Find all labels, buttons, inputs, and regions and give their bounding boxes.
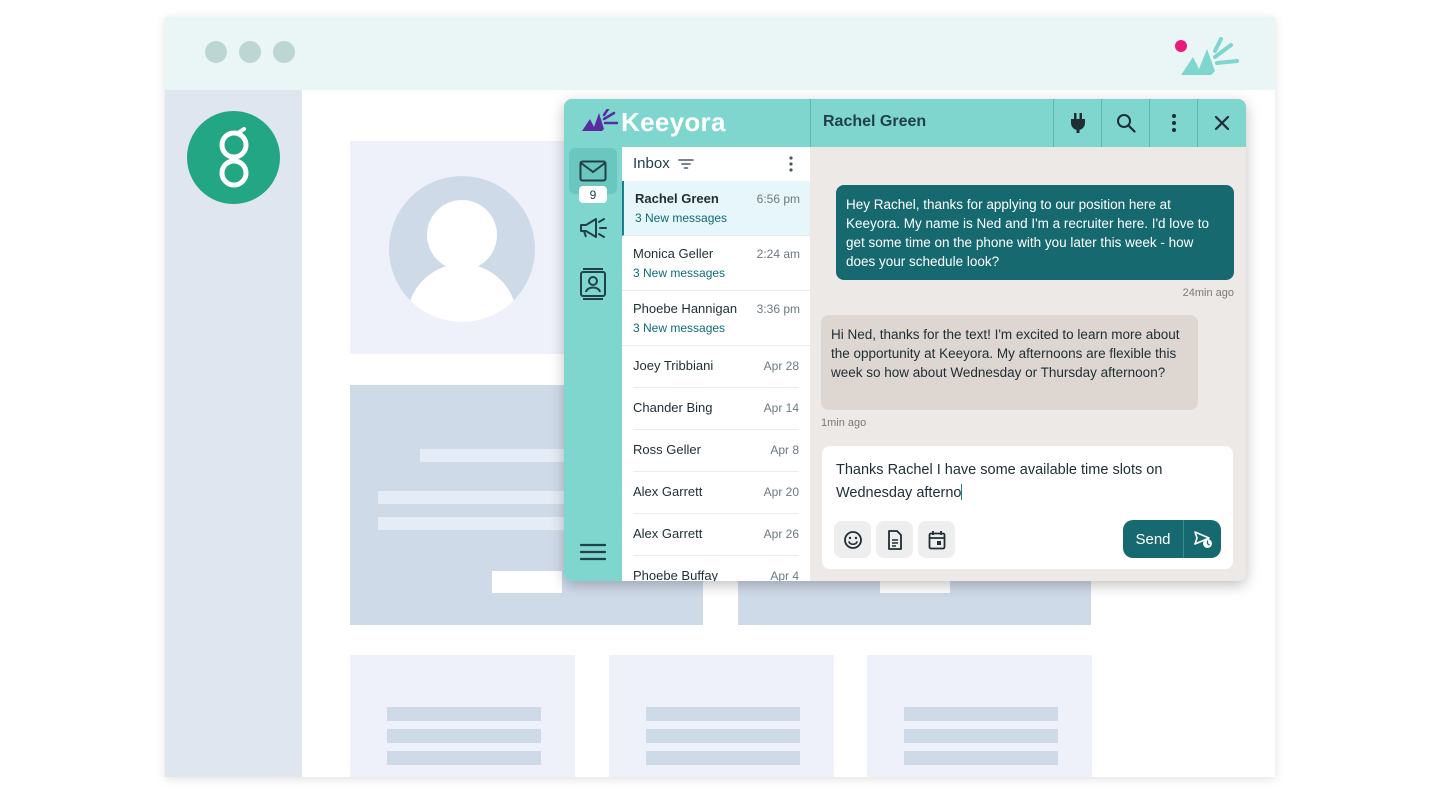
conversation-name: Phoebe Hannigan: [633, 301, 738, 316]
message-input[interactable]: Thanks Rachel I have some available time…: [836, 459, 1216, 505]
conversation-time: Apr 20: [763, 485, 799, 499]
conversation-name: Chander Bing: [633, 400, 713, 415]
conversation-item[interactable]: Ross Geller Apr 8: [633, 430, 799, 472]
conversation-time: 6:56 pm: [756, 192, 800, 206]
megaphone-icon: [580, 218, 607, 238]
host-left-rail: [165, 90, 302, 777]
keeyora-logo-text: Keeyora: [621, 107, 726, 137]
conversation-item[interactable]: Phoebe Buffay Apr 4: [633, 556, 799, 581]
keeyora-extension-icon[interactable]: [1171, 35, 1241, 77]
schedule-send-icon: [1193, 531, 1212, 548]
contacts-icon: [580, 268, 606, 300]
conversation-new-count: 3 New messages: [633, 266, 726, 280]
conversation-item[interactable]: Joey Tribbiani Apr 28: [633, 346, 799, 388]
sidebar-menu-button[interactable]: [578, 537, 608, 567]
message-composer[interactable]: Thanks Rachel I have some available time…: [822, 446, 1233, 569]
conversation-time: Apr 26: [763, 527, 799, 541]
plug-icon: [1070, 113, 1085, 133]
inbox-more-icon[interactable]: [785, 155, 797, 173]
emoji-button[interactable]: [834, 521, 871, 558]
calendar-icon: [928, 530, 945, 549]
content-placeholder-box: [350, 655, 575, 777]
content-placeholder-box: [867, 655, 1092, 777]
inbox-panel: Inbox Rachel Green 6:56 pm 3 New message…: [622, 147, 810, 581]
conversation-time: 2:24 am: [756, 247, 800, 261]
filter-icon[interactable]: [678, 156, 694, 172]
chat-thread: Hey Rachel, thanks for applying to our p…: [810, 147, 1246, 581]
incoming-message-time: 1min ago: [821, 417, 867, 429]
conversation-item[interactable]: Phoebe Hannigan 3:36 pm 3 New messages: [622, 291, 810, 346]
emoji-icon: [843, 530, 862, 549]
window-dot-minimize[interactable]: [239, 41, 261, 63]
greenhouse-g-icon: [219, 126, 248, 187]
sidebar-item-campaigns[interactable]: [578, 213, 608, 243]
content-placeholder-box: [609, 655, 834, 777]
conversation-time: Apr 8: [770, 443, 799, 457]
window-dot-close[interactable]: [205, 41, 227, 63]
conversation-new-count: 3 New messages: [633, 321, 726, 335]
inbox-unread-badge: 9: [579, 186, 607, 203]
conversation-item[interactable]: Alex Garrett Apr 26: [633, 514, 799, 556]
browser-toolbar: [165, 17, 1275, 90]
message-draft-text: Thanks Rachel I have some available time…: [836, 462, 1163, 501]
outgoing-message-time: 24min ago: [1182, 287, 1234, 299]
mail-icon: [579, 160, 607, 182]
conversation-item[interactable]: Monica Geller 2:24 am 3 New messages: [622, 236, 810, 291]
close-icon: [1214, 115, 1229, 131]
conversation-item[interactable]: Rachel Green 6:56 pm 3 New messages: [622, 181, 810, 236]
search-button[interactable]: [1101, 99, 1149, 147]
greenhouse-logo[interactable]: [187, 111, 280, 204]
more-options-button[interactable]: [1149, 99, 1197, 147]
conversation-name: Joey Tribbiani: [633, 358, 714, 373]
document-icon: [887, 529, 902, 550]
more-vertical-icon: [1171, 114, 1176, 132]
schedule-send-button[interactable]: [1184, 520, 1221, 558]
conversation-name: Alex Garrett: [633, 484, 703, 499]
conversation-header: Rachel Green: [810, 99, 1246, 147]
sidebar-item-contacts[interactable]: [578, 268, 608, 300]
connection-button[interactable]: [1053, 99, 1101, 147]
conversation-time: Apr 28: [763, 359, 799, 373]
avatar-placeholder-icon: [389, 176, 535, 322]
menu-icon: [580, 543, 606, 561]
inbox-title: Inbox: [633, 155, 670, 172]
calendar-button[interactable]: [918, 521, 955, 558]
conversation-item[interactable]: Chander Bing Apr 14: [633, 388, 799, 430]
conversation-name: Ross Geller: [633, 442, 701, 457]
window-dot-maximize[interactable]: [273, 41, 295, 63]
conversation-new-count: 3 New messages: [635, 211, 728, 225]
widget-brand-header: Keeyora: [564, 99, 810, 147]
conversation-name: Phoebe Buffay: [633, 568, 719, 581]
conversation-item[interactable]: Alex Garrett Apr 20: [633, 472, 799, 514]
text-caret: [961, 484, 963, 500]
search-icon: [1116, 114, 1136, 133]
template-button[interactable]: [876, 521, 913, 558]
conversation-name: Monica Geller: [633, 246, 714, 261]
inbox-header: Inbox: [622, 147, 810, 181]
conversation-contact-name: Rachel Green: [823, 113, 927, 130]
keeyora-widget: Keeyora Rachel Green 9 Inbox Rachel Gree…: [564, 99, 1246, 581]
conversation-name: Rachel Green: [635, 191, 719, 206]
conversation-time: 3:36 pm: [756, 302, 800, 316]
send-button[interactable]: Send: [1123, 520, 1183, 558]
close-widget-button[interactable]: [1197, 99, 1245, 147]
incoming-message: Hi Ned, thanks for the text! I'm excited…: [821, 315, 1198, 410]
send-button-group: Send: [1123, 520, 1221, 558]
keeyora-logo-icon: [582, 109, 618, 131]
conversation-time: Apr 14: [763, 401, 799, 415]
outgoing-message: Hey Rachel, thanks for applying to our p…: [836, 185, 1234, 280]
conversation-time: Apr 4: [770, 569, 799, 581]
conversation-name: Alex Garrett: [633, 526, 703, 541]
